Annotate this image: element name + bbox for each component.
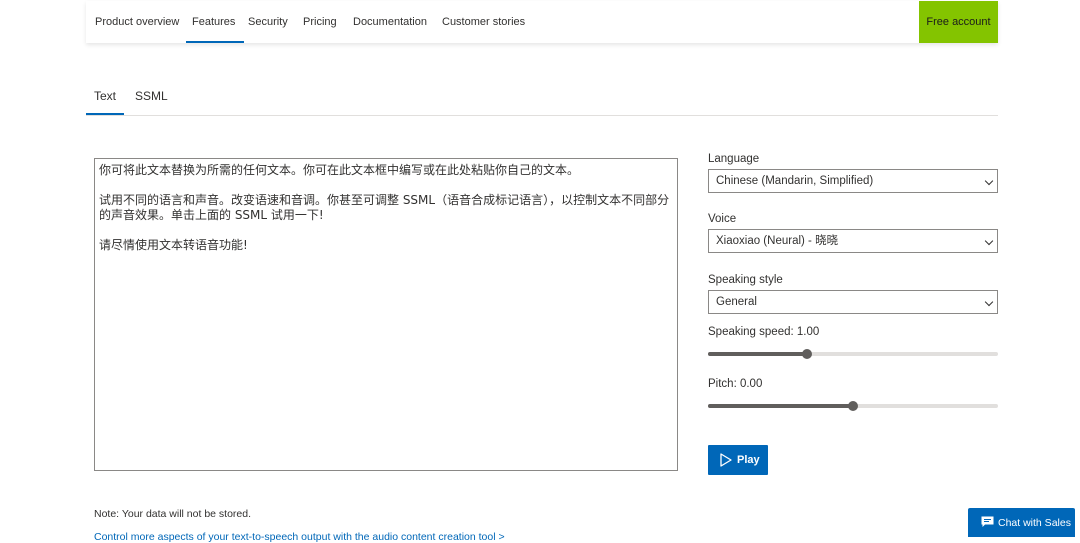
voice-select[interactable]: Xiaoxiao (Neural) - 晓晓: [708, 229, 998, 253]
nav-security[interactable]: Security: [248, 1, 288, 43]
slider-thumb[interactable]: [848, 401, 858, 411]
tab-ssml[interactable]: SSML: [135, 79, 168, 114]
speaking-speed-label: Speaking speed: 1.00: [708, 326, 820, 338]
play-label: Play: [737, 454, 760, 466]
top-navigation: Product overview Features Security Prici…: [86, 1, 998, 43]
nav-product-overview[interactable]: Product overview: [95, 1, 179, 43]
play-icon: [720, 453, 732, 467]
pitch-slider[interactable]: [708, 400, 998, 412]
speaking-style-select[interactable]: General: [708, 290, 998, 314]
privacy-note: Note: Your data will not be stored.: [94, 508, 252, 520]
chat-with-sales-label: Chat with Sales: [998, 517, 1071, 529]
speaking-style-value: General: [716, 296, 757, 308]
nav-pricing[interactable]: Pricing: [303, 1, 337, 43]
language-select[interactable]: Chinese (Mandarin, Simplified): [708, 169, 998, 193]
voice-value: Xiaoxiao (Neural) - 晓晓: [716, 235, 839, 247]
free-account-button[interactable]: Free account: [919, 1, 998, 43]
chevron-down-icon: [984, 297, 994, 307]
tab-text[interactable]: Text: [85, 79, 125, 115]
text-input-area[interactable]: 你可将此文本替换为所需的任何文本。你可在此文本框中编写或在此处粘贴你自己的文本。…: [94, 158, 678, 471]
audio-content-creation-link[interactable]: Control more aspects of your text-to-spe…: [94, 531, 505, 543]
chevron-down-icon: [984, 236, 994, 246]
chat-icon: [981, 516, 994, 527]
pitch-label: Pitch: 0.00: [708, 378, 763, 390]
input-mode-tabs: Text SSML: [85, 79, 998, 116]
voice-label: Voice: [708, 213, 737, 225]
chat-with-sales-button[interactable]: Chat with Sales: [968, 508, 1075, 537]
speaking-speed-slider[interactable]: [708, 348, 998, 360]
slider-fill: [708, 404, 853, 408]
language-label: Language: [708, 153, 760, 165]
slider-fill: [708, 352, 807, 356]
slider-thumb[interactable]: [801, 349, 812, 359]
nav-features[interactable]: Features: [185, 1, 245, 43]
chevron-down-icon: [984, 176, 994, 186]
play-button[interactable]: Play: [708, 445, 768, 475]
nav-documentation[interactable]: Documentation: [353, 1, 427, 43]
language-value: Chinese (Mandarin, Simplified): [716, 175, 874, 187]
speaking-style-label: Speaking style: [708, 274, 783, 286]
nav-customer-stories[interactable]: Customer stories: [442, 1, 525, 43]
